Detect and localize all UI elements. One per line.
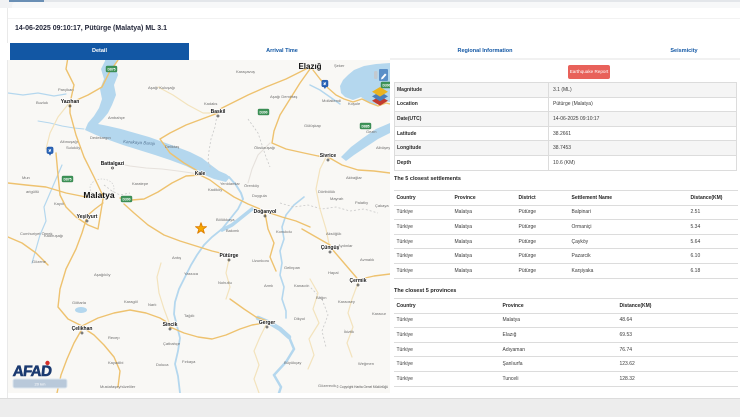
svg-text:Avmalık: Avmalık [360, 257, 374, 262]
svg-text:Aksöğük: Aksöğük [326, 231, 341, 236]
svg-text:Yenidamlar: Yenidamlar [220, 181, 241, 186]
svg-text:Ambahçe: Ambahçe [108, 115, 126, 120]
svg-text:Şeker: Şeker [334, 63, 345, 68]
svg-text:Bakımlı: Bakımlı [226, 228, 239, 233]
svg-text:Konukdu: Konukdu [276, 229, 292, 234]
svg-text:D875: D875 [107, 68, 115, 72]
svg-text:Sivrice: Sivrice [320, 153, 337, 159]
svg-text:D300: D300 [122, 198, 130, 202]
svg-text:Armlı: Armlı [264, 283, 273, 288]
svg-text:Dikyol: Dikyol [294, 316, 305, 321]
svg-text:Koşule: Koşule [348, 101, 361, 106]
svg-text:Mayrah: Mayrah [330, 196, 343, 201]
svg-text:Mollakendi: Mollakendi [322, 98, 341, 103]
svg-text:Pütürge: Pütürge [220, 253, 239, 259]
svg-text:© Copyright Harita Genel Müdür: © Copyright Harita Genel Müdürlüğü [336, 385, 388, 389]
svg-text:D875: D875 [63, 178, 71, 182]
svg-text:Kayılı: Kayılı [54, 201, 64, 206]
svg-text:Kale: Kale [195, 171, 206, 177]
svg-text:Doğanyol: Doğanyol [254, 209, 277, 215]
svg-text:Çatbahçe: Çatbahçe [163, 341, 181, 346]
svg-text:Karatepe: Karatepe [132, 181, 149, 186]
svg-text:arigüllü: arigüllü [26, 189, 39, 194]
svg-text:Nohutlu: Nohutlu [218, 280, 232, 285]
svg-text:Recep: Recep [108, 335, 120, 340]
svg-text:İkiztik: İkiztik [344, 329, 354, 334]
svg-text:Mun: Mun [22, 175, 30, 180]
svg-text:Tağıllı: Tağıllı [184, 313, 194, 318]
svg-text:Battalgazi: Battalgazi [101, 161, 125, 167]
svg-text:Palatlıy: Palatlıy [355, 200, 368, 205]
svg-text:Hapal: Hapal [328, 270, 339, 275]
svg-text:Mustafaşeyhüzeliler: Mustafaşeyhüzeliler [100, 384, 136, 389]
svg-text:Öksüzuşağı: Öksüzuşağı [254, 145, 275, 150]
svg-text:Akbağlar: Akbağlar [346, 175, 362, 180]
svg-text:Yeşilyurt: Yeşilyurt [77, 214, 98, 220]
svg-text:Göltarla: Göltarla [72, 300, 87, 305]
svg-text:Karacur: Karacur [372, 311, 387, 316]
svg-text:Narlı: Narlı [148, 302, 156, 307]
svg-text:Sincik: Sincik [163, 322, 178, 328]
svg-text:Bölükkaya: Bölükkaya [216, 217, 235, 222]
svg-text:Duygula: Duygula [252, 193, 267, 198]
svg-text:Yazıhan: Yazıhan [61, 99, 80, 105]
svg-text:Dedekargın: Dedekargın [90, 135, 111, 140]
svg-text:Kanacık: Kanacık [294, 283, 308, 288]
svg-text:Karaosey: Karaosey [338, 299, 355, 304]
svg-text:D300: D300 [259, 111, 267, 115]
svg-text:Gülüşkap: Gülüşkap [304, 123, 322, 128]
svg-text:Aydınlar: Aydınlar [338, 243, 353, 248]
svg-text:Gerger: Gerger [259, 320, 275, 326]
svg-text:Suluköy: Suluköy [66, 145, 80, 150]
svg-text:Aşağı Demirtaş: Aşağı Demirtaş [270, 94, 297, 99]
svg-text:Kadaks: Kadaks [204, 101, 217, 106]
svg-text:Gezin: Gezin [366, 129, 376, 134]
svg-text:Bağın: Bağın [316, 295, 326, 300]
svg-text:Uzunkoru: Uzunkoru [252, 258, 269, 263]
svg-text:Karagöl: Karagöl [124, 299, 138, 304]
svg-text:Gözerecik: Gözerecik [318, 383, 336, 388]
svg-text:Aşağı Kuluşağı: Aşağı Kuluşağı [148, 85, 175, 90]
svg-text:Fırkaya: Fırkaya [182, 359, 196, 364]
svg-text:Malatya: Malatya [83, 190, 114, 200]
svg-text:Deliktaş: Deliktaş [165, 144, 179, 149]
svg-text:Gözene: Gözene [32, 259, 47, 264]
svg-text:Parçikan: Parçikan [58, 87, 74, 92]
svg-text:Elazığ: Elazığ [298, 62, 321, 71]
svg-text:AFAD: AFAD [12, 363, 53, 380]
svg-text:Çakaya: Çakaya [375, 203, 389, 208]
svg-text:Çelikhan: Çelikhan [72, 326, 93, 332]
svg-text:Altınuşağı: Altınuşağı [60, 139, 78, 144]
svg-text:Büyükçay: Büyükçay [284, 360, 301, 365]
svg-text:Buzluk: Buzluk [36, 100, 48, 105]
svg-text:Antış: Antış [172, 255, 181, 260]
svg-text:Kadiköy: Kadiköy [208, 187, 222, 192]
svg-text:Kadiruşağı: Kadiruşağı [44, 233, 63, 238]
svg-text:Kayadibi: Kayadibi [108, 360, 123, 365]
svg-text:Örenköy: Örenköy [244, 183, 259, 188]
svg-text:Aşağıköy: Aşağıköy [94, 272, 110, 277]
svg-text:Karaçavuş: Karaçavuş [236, 69, 255, 74]
svg-text:20 km: 20 km [35, 382, 47, 387]
svg-text:Yassıca: Yassıca [184, 271, 199, 276]
svg-text:Gelinparı: Gelinparı [284, 265, 300, 270]
svg-text:Weğmen: Weğmen [358, 361, 374, 366]
svg-text:Albüşey: Albüşey [376, 145, 390, 150]
svg-text:Baskil: Baskil [211, 109, 226, 115]
svg-text:Dörtbölük: Dörtbölük [318, 189, 335, 194]
svg-text:D300: D300 [382, 84, 390, 88]
svg-text:Çüngüş: Çüngüş [321, 245, 340, 251]
svg-text:Doluca: Doluca [156, 362, 169, 367]
svg-text:Çermik: Çermik [350, 278, 367, 284]
